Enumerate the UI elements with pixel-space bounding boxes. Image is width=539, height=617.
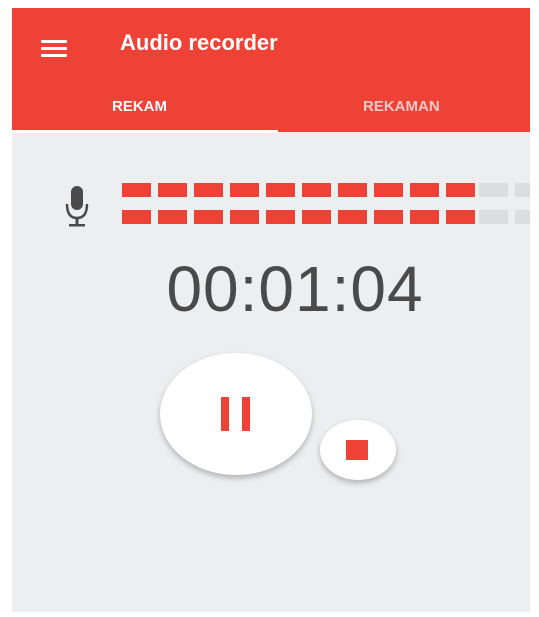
level-segment (374, 210, 403, 224)
level-segment (410, 210, 439, 224)
level-segment (122, 210, 151, 224)
level-segment (302, 183, 331, 197)
level-segment (302, 210, 331, 224)
stop-button[interactable] (320, 420, 396, 480)
app-screen: Audio recorder REKAM REKAMAN 00:01:04 (12, 8, 530, 612)
level-segment (515, 210, 530, 224)
tab-recordings[interactable]: REKAMAN (363, 98, 440, 115)
stop-icon (346, 440, 368, 460)
level-segment (194, 183, 223, 197)
elapsed-time: 00:01:04 (166, 253, 424, 325)
level-segment (446, 210, 475, 224)
level-segment (515, 183, 530, 197)
level-segment (410, 183, 439, 197)
level-segment (374, 183, 403, 197)
level-segment (158, 210, 187, 224)
menu-icon[interactable] (38, 36, 70, 60)
level-segment (338, 183, 367, 197)
level-segment (479, 210, 508, 224)
level-segment (266, 183, 295, 197)
microphone-icon (65, 186, 89, 227)
level-segment (158, 183, 187, 197)
active-tab-indicator (12, 130, 278, 133)
tab-record[interactable]: REKAM (112, 98, 167, 115)
level-segment (446, 183, 475, 197)
level-segment (338, 210, 367, 224)
level-segment (122, 183, 151, 197)
app-header: Audio recorder REKAM REKAMAN (12, 8, 530, 133)
level-segment (194, 210, 223, 224)
audio-level-meter (122, 183, 530, 229)
level-segment (266, 210, 295, 224)
level-segment (479, 183, 508, 197)
pause-button[interactable] (160, 353, 312, 475)
level-segment (230, 183, 259, 197)
app-title: Audio recorder (120, 30, 278, 55)
level-segment (230, 210, 259, 224)
